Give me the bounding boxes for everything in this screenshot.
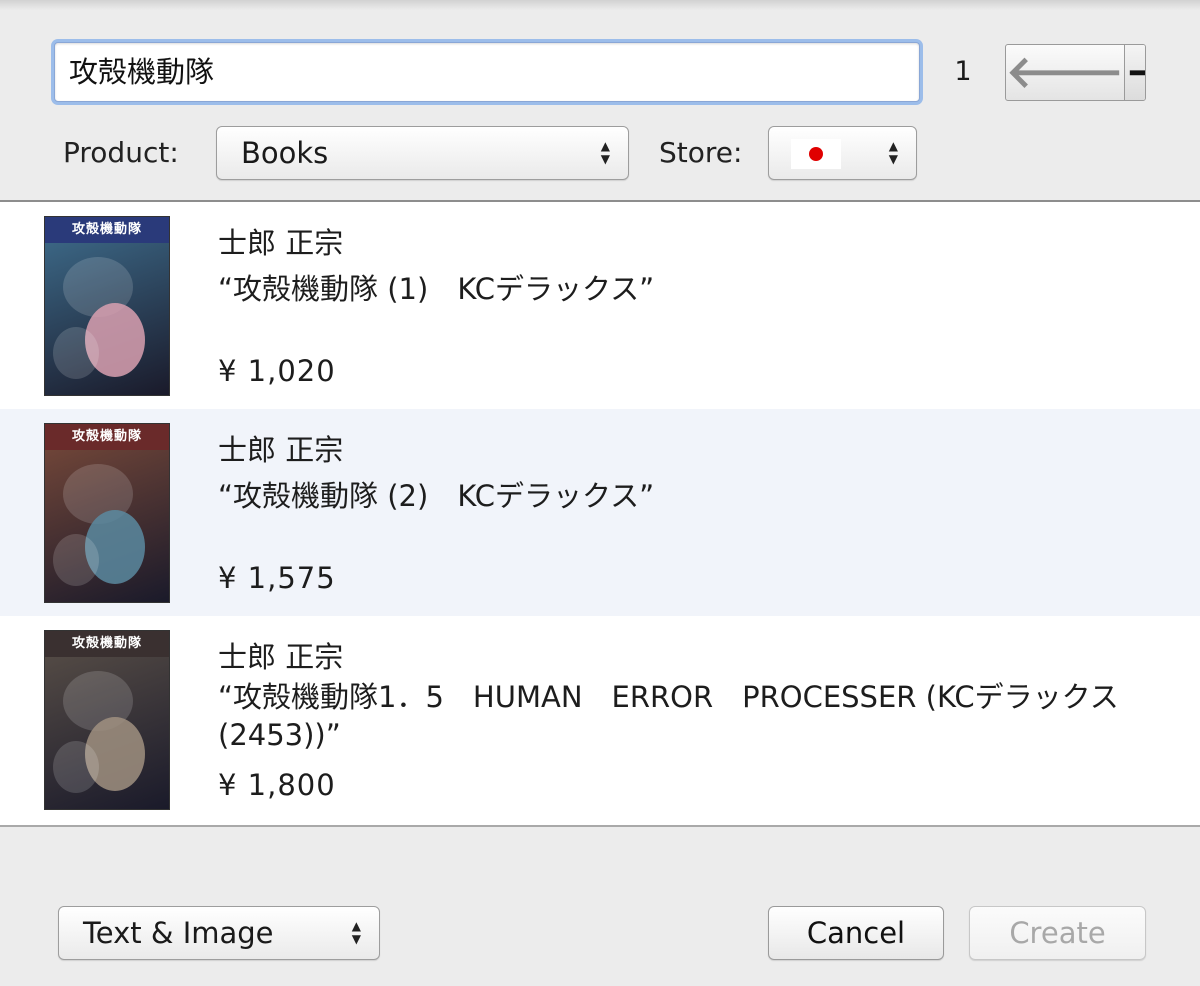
result-title: “攻殻機動隊 (1) KCデラックス” [218,272,655,306]
book-cover-image: 攻殻機動隊 [44,216,170,396]
store-select[interactable]: ▲ ▼ [768,126,917,180]
results-list: 攻殻機動隊 士郎 正宗 “攻殻機動隊 (1) KCデラックス” ¥ 1,020 … [0,200,1200,827]
updown-arrows-icon: ▲ ▼ [351,919,361,946]
result-title: “攻殻機動隊1．5 HUMAN ERROR PROCESSER (KCデラックス… [218,680,1119,752]
cover-artwork-shape [53,741,99,793]
cover-artwork-shape [53,534,99,586]
result-price: ¥ 1,800 [218,768,336,802]
updown-arrows-icon: ▲ ▼ [888,139,898,166]
display-mode-select[interactable]: Text & Image ▲ ▼ [58,906,380,960]
book-cover-image: 攻殻機動隊 [44,423,170,603]
pagination-control: 🡐 🡒 [1005,44,1146,101]
result-author: 士郎 正宗 [218,433,344,467]
result-author: 士郎 正宗 [218,640,344,674]
page-number: 1 [954,56,972,87]
previous-page-button[interactable]: 🡐 [1006,45,1125,100]
arrow-right-icon: 🡒 [1125,50,1145,95]
result-price: ¥ 1,020 [218,354,336,388]
result-title: “攻殻機動隊 (2) KCデラックス” [218,479,655,513]
cover-artwork-shape [53,327,99,379]
next-page-button[interactable]: 🡒 [1125,45,1145,100]
search-input[interactable]: 攻殻機動隊 [54,42,920,102]
display-mode-value: Text & Image [83,916,274,950]
cancel-button[interactable]: Cancel [768,906,944,960]
list-item[interactable]: 攻殻機動隊 士郎 正宗 “攻殻機動隊 (1) KCデラックス” ¥ 1,020 [0,202,1200,409]
create-button[interactable]: Create [969,906,1146,960]
list-item[interactable]: 攻殻機動隊 士郎 正宗 “攻殻機動隊 (2) KCデラックス” ¥ 1,575 [0,409,1200,616]
book-cover-image: 攻殻機動隊 [44,630,170,810]
product-select-value: Books [241,136,329,170]
updown-arrows-icon: ▲ ▼ [600,139,610,166]
window-top-shadow [0,0,1200,10]
result-price: ¥ 1,575 [218,561,336,595]
japan-flag-icon [791,139,841,169]
result-author: 士郎 正宗 [218,226,344,260]
list-item[interactable]: 攻殻機動隊 士郎 正宗 “攻殻機動隊1．5 HUMAN ERROR PROCES… [0,616,1200,823]
store-label: Store: [659,136,743,169]
product-label: Product: [63,136,179,169]
product-select[interactable]: Books ▲ ▼ [216,126,629,180]
arrow-left-icon: 🡐 [1006,46,1124,98]
